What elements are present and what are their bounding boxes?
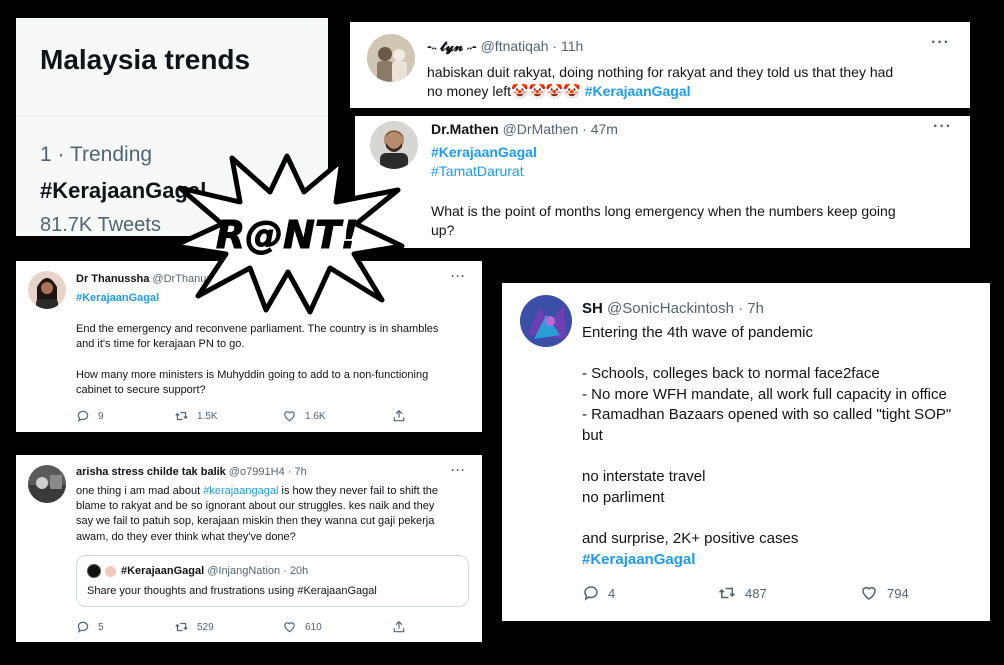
timestamp[interactable]: · 7h bbox=[738, 300, 764, 317]
avatar[interactable] bbox=[367, 34, 415, 82]
heart-icon bbox=[862, 586, 876, 600]
avatar[interactable] bbox=[28, 271, 66, 309]
share-button[interactable] bbox=[392, 409, 406, 423]
avatar[interactable] bbox=[520, 295, 572, 347]
quote-display-name[interactable]: #KerajaanGagal bbox=[121, 565, 204, 577]
retweet-button[interactable]: 487 bbox=[717, 584, 859, 602]
tweet-card-sonichackintosh[interactable]: SH @SonicHackintosh · 7h Entering the 4t… bbox=[502, 283, 990, 621]
like-button[interactable]: 610 bbox=[282, 620, 392, 634]
heart-icon bbox=[284, 411, 295, 422]
like-button[interactable]: 794 bbox=[859, 584, 909, 602]
tweet-card-arisha[interactable]: arisha stress childe tak balik @o7991H4 … bbox=[16, 455, 482, 642]
tweet-card-drmathen[interactable]: Dr.Mathen @DrMathen · 47m ··· #KerajaanG… bbox=[355, 116, 970, 248]
tweet-actions: 5 529 610 bbox=[76, 620, 406, 634]
hashtag-link[interactable]: #TamatDarurat bbox=[431, 162, 896, 181]
quote-timestamp[interactable]: · 20h bbox=[283, 565, 308, 577]
display-name[interactable]: Dr.Mathen bbox=[431, 121, 499, 137]
share-icon bbox=[393, 620, 405, 633]
hashtag-link[interactable]: #kerajaangagal bbox=[203, 485, 278, 497]
retweet-button[interactable]: 529 bbox=[174, 620, 282, 634]
reply-button[interactable]: 5 bbox=[76, 620, 174, 634]
quote-text: Share your thoughts and frustrations usi… bbox=[87, 585, 377, 597]
tweet-actions: 4 487 794 bbox=[582, 584, 909, 602]
trend-rank: 1 · Trending bbox=[40, 143, 153, 166]
more-options-icon[interactable]: ··· bbox=[931, 34, 950, 52]
reply-button[interactable]: 9 bbox=[76, 409, 174, 423]
avatar[interactable] bbox=[28, 465, 66, 503]
more-options-icon[interactable]: ··· bbox=[451, 463, 466, 477]
heart-icon bbox=[284, 622, 295, 633]
rant-text: R@NT! bbox=[216, 213, 358, 257]
timestamp[interactable]: · 7h bbox=[288, 466, 307, 478]
display-name[interactable]: -˵ 𝓽𝔂𝓷 ˶- bbox=[427, 38, 477, 54]
retweet-icon bbox=[175, 622, 188, 632]
tweet-text: habiskan duit rakyat, doing nothing for … bbox=[427, 64, 894, 100]
handle[interactable]: @ftnatiqah bbox=[481, 38, 549, 54]
display-name[interactable]: Dr Thanussha bbox=[76, 273, 149, 285]
hashtag-link[interactable]: #KerajaanGagal bbox=[582, 550, 951, 571]
trends-divider bbox=[16, 115, 328, 116]
quote-avatar bbox=[87, 564, 101, 578]
verified-badge-icon bbox=[105, 565, 116, 577]
tweet-actions: 9 1.5K 1.6K bbox=[76, 409, 406, 423]
retweet-icon bbox=[718, 587, 736, 599]
trends-title: Malaysia trends bbox=[40, 44, 251, 75]
clown-emoji: 🤡🤡🤡🤡 bbox=[511, 83, 581, 100]
reply-icon bbox=[77, 621, 89, 633]
handle[interactable]: @SonicHackintosh bbox=[607, 300, 734, 317]
retweet-button[interactable]: 1.5K bbox=[174, 409, 282, 423]
tweet-text: Entering the 4th wave of pandemic - Scho… bbox=[582, 323, 951, 570]
share-icon bbox=[393, 409, 405, 422]
retweet-icon bbox=[175, 411, 188, 421]
reply-icon bbox=[77, 410, 89, 422]
timestamp[interactable]: · 11h bbox=[552, 38, 583, 54]
reply-icon bbox=[584, 586, 598, 601]
tweet-text: #KerajaanGagal #TamatDarurat What is the… bbox=[431, 143, 896, 238]
tweet-text: one thing i am mad about #kerajaangagal … bbox=[76, 485, 439, 543]
more-options-icon[interactable]: ··· bbox=[933, 118, 952, 136]
reply-button[interactable]: 4 bbox=[582, 584, 717, 602]
tweet-card-ftnatiqah[interactable]: -˵ 𝓽𝔂𝓷 ˶- @ftnatiqah · 11h ··· habiskan … bbox=[350, 22, 970, 108]
quote-tweet[interactable]: #KerajaanGagal @InjangNation · 20h Share… bbox=[76, 555, 469, 607]
rant-burst-sticker: R@NT! bbox=[171, 153, 405, 315]
more-options-icon[interactable]: ··· bbox=[451, 269, 466, 283]
quote-handle[interactable]: @InjangNation bbox=[207, 565, 280, 577]
share-button[interactable] bbox=[392, 620, 406, 634]
handle[interactable]: @DrMathen bbox=[503, 121, 579, 137]
hashtag-link[interactable]: #KerajaanGagal bbox=[585, 83, 691, 99]
handle[interactable]: @o7991H4 bbox=[229, 466, 285, 478]
like-button[interactable]: 1.6K bbox=[282, 409, 392, 423]
display-name[interactable]: SH bbox=[582, 300, 603, 317]
timestamp[interactable]: · 47m bbox=[582, 121, 618, 137]
hashtag-link[interactable]: #KerajaanGagal bbox=[431, 143, 896, 162]
display-name[interactable]: arisha stress childe tak balik bbox=[76, 466, 226, 478]
trend-tweet-count: 81.7K Tweets bbox=[40, 214, 161, 236]
